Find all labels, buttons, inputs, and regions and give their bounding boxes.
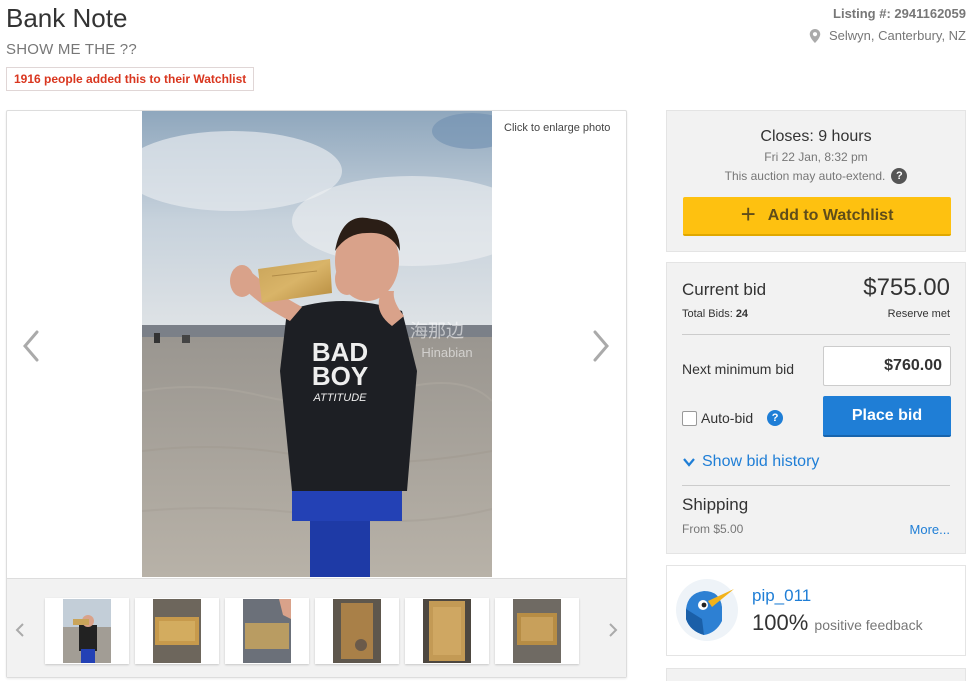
closes-in: Closes: 9 hours xyxy=(760,128,872,145)
feedback-text: positive feedback xyxy=(814,617,923,633)
show-bid-history-link[interactable]: Show bid history xyxy=(682,453,819,471)
chevron-down-icon xyxy=(683,458,695,467)
autobid-help-icon[interactable]: ? xyxy=(767,410,784,426)
photo-gallery: BAD BOY ATTITUDE 海那边 Hinabian Click to e… xyxy=(6,110,627,678)
total-bids: Total Bids: 24 xyxy=(682,308,748,320)
shipping-from: From $5.00 xyxy=(682,522,744,536)
thumbnail-3[interactable] xyxy=(225,598,309,664)
total-bids-count: 24 xyxy=(735,308,749,320)
thumbnails-prev-icon[interactable] xyxy=(14,621,26,639)
bid-amount-input[interactable] xyxy=(823,346,951,386)
thumbnails-next-icon[interactable] xyxy=(607,621,619,639)
auto-extend-text: This auction may auto-extend. xyxy=(724,169,886,183)
divider xyxy=(682,334,950,335)
shirt-print-line3: ATTITUDE xyxy=(313,392,368,404)
seller-name-link[interactable]: pip_011 xyxy=(752,586,811,606)
location-text: Selwyn, Canterbury, NZ xyxy=(828,28,966,43)
auction-timer-panel: Closes: 9 hours Fri 22 Jan, 8:32 pm This… xyxy=(666,110,966,252)
watermark-cn: 海那边 xyxy=(410,321,464,342)
bidding-panel: Current bid $755.00 Total Bids: 24 Reser… xyxy=(666,262,966,554)
next-panel-edge xyxy=(666,668,966,681)
location-pin-icon xyxy=(809,28,821,43)
thumbnail-strip xyxy=(7,578,626,677)
current-bid-amount: $755.00 xyxy=(863,274,950,301)
location: Selwyn, Canterbury, NZ xyxy=(809,28,966,43)
page-title: Bank Note xyxy=(6,3,128,33)
main-photo-image: BAD BOY ATTITUDE 海那边 Hinabian xyxy=(142,111,492,577)
shirt-print-line2: BOY xyxy=(312,361,368,391)
place-bid-button[interactable]: Place bid xyxy=(823,396,951,437)
seller-feedback: 100% positive feedback xyxy=(752,610,923,636)
enlarge-photo-hint: Click to enlarge photo xyxy=(504,122,611,134)
thumbnail-6[interactable] xyxy=(495,598,579,664)
add-to-watchlist-button[interactable]: + Add to Watchlist xyxy=(683,197,951,236)
autobid-checkbox[interactable] xyxy=(682,410,697,426)
thumbnail-1[interactable] xyxy=(45,598,129,664)
closes-date: Fri 22 Jan, 8:32 pm xyxy=(764,150,868,164)
reserve-status: Reserve met xyxy=(887,308,950,320)
shipping-label: Shipping xyxy=(682,495,749,514)
avatar[interactable] xyxy=(676,579,738,641)
watchlist-count-banner: 1916 people added this to their Watchlis… xyxy=(6,67,255,91)
add-to-watchlist-label: Add to Watchlist xyxy=(767,206,894,224)
thumbnail-4[interactable] xyxy=(315,598,399,664)
auto-extend-help-icon[interactable]: ? xyxy=(891,168,908,184)
total-bids-label: Total Bids: xyxy=(682,308,733,320)
auto-extend-note: This auction may auto-extend. ? xyxy=(667,168,965,184)
autobid-label: Auto-bid xyxy=(701,410,754,426)
plus-icon: + xyxy=(740,199,756,229)
main-photo[interactable]: BAD BOY ATTITUDE 海那边 Hinabian xyxy=(142,111,492,577)
next-min-bid-label: Next minimum bid xyxy=(682,361,795,377)
feedback-percent: 100% xyxy=(752,610,809,635)
autobid-row: Auto-bid ? xyxy=(682,410,784,426)
thumbnail-2[interactable] xyxy=(135,598,219,664)
current-bid-label: Current bid xyxy=(682,280,767,299)
prev-photo-arrow-icon[interactable] xyxy=(19,326,43,366)
watermark-en: Hinabian xyxy=(421,345,472,360)
divider xyxy=(682,485,950,486)
next-photo-arrow-icon[interactable] xyxy=(589,326,613,366)
listing-subtitle: SHOW ME THE ?? xyxy=(6,41,137,58)
thumbnail-5[interactable] xyxy=(405,598,489,664)
seller-panel: pip_011 100% positive feedback xyxy=(666,565,966,656)
shipping-more-link[interactable]: More... xyxy=(910,522,950,537)
show-bid-history-label: Show bid history xyxy=(702,453,820,470)
listing-number: Listing #: 2941162059 xyxy=(833,6,966,21)
